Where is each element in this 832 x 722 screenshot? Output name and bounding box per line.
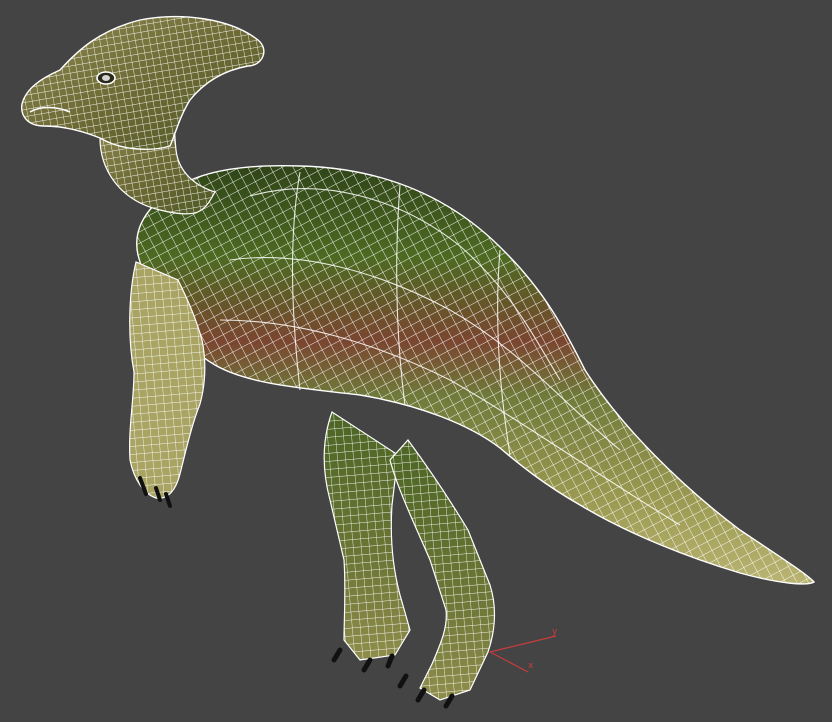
viewport-canvas[interactable]: y x xyxy=(0,0,832,722)
3d-viewport[interactable]: y x xyxy=(0,0,832,722)
y-axis-label: y xyxy=(552,627,558,637)
x-axis-label: x xyxy=(528,661,534,671)
